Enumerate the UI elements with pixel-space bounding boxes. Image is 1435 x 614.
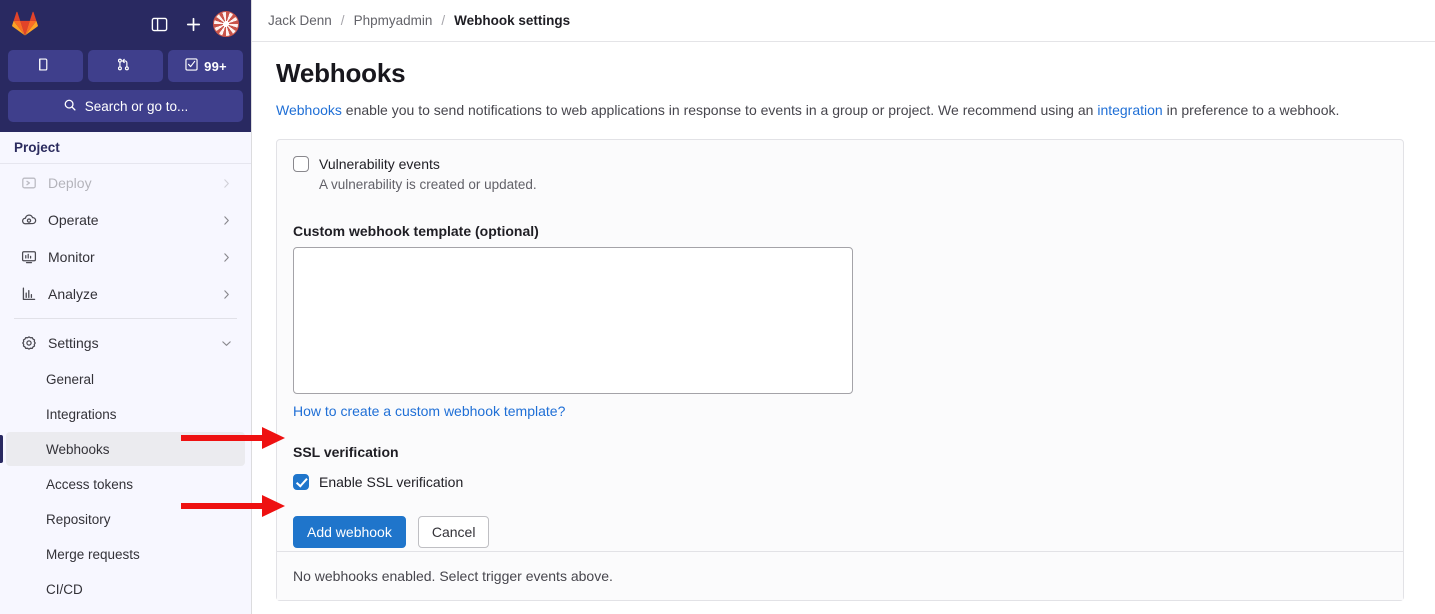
sidebar-item-label: Settings	[48, 335, 99, 351]
ssl-verification-checkbox[interactable]	[293, 473, 309, 490]
sidebar-subitem-label: CI/CD	[46, 581, 83, 597]
ssl-verification-row: Enable SSL verification	[293, 472, 1387, 492]
todos-icon	[184, 57, 199, 75]
custom-template-help-link[interactable]: How to create a custom webhook template?	[293, 403, 565, 419]
add-webhook-button[interactable]: Add webhook	[293, 515, 406, 548]
sidebar-item-cicd[interactable]: CI/CD	[6, 572, 245, 606]
breadcrumb-separator: /	[441, 13, 446, 28]
screen-root: 99+ Search or go to... Project Deploy Op…	[0, 0, 1435, 614]
vulnerability-events-row: Vulnerability events	[293, 154, 1387, 174]
sidebar-item-access-tokens[interactable]: Access tokens	[6, 467, 245, 501]
integration-doc-link[interactable]: integration	[1097, 102, 1162, 118]
search-input[interactable]: Search or go to...	[8, 90, 243, 122]
ssl-verification-label[interactable]: Enable SSL verification	[319, 472, 463, 492]
sidebar-item-label: Monitor	[48, 249, 95, 265]
sidebar-item-label: Deploy	[48, 175, 92, 191]
search-icon	[63, 98, 77, 115]
plus-icon[interactable]	[179, 10, 207, 38]
sidebar-toggle-icon[interactable]	[145, 10, 173, 38]
vulnerability-events-checkbox[interactable]	[293, 155, 309, 172]
sidebar-subitem-label: Integrations	[46, 406, 117, 422]
description-text-part-1: enable you to send notifications to web …	[341, 102, 1098, 118]
sidebar-subitem-label: Repository	[46, 511, 111, 527]
issues-icon	[36, 57, 51, 75]
vulnerability-events-help: A vulnerability is created or updated.	[319, 176, 537, 192]
breadcrumb: Jack Denn / Phpmyadmin / Webhook setting…	[252, 0, 1435, 42]
sidebar-item-deploy[interactable]: Deploy	[6, 165, 245, 201]
sidebar-brand-row	[8, 6, 243, 42]
cancel-button[interactable]: Cancel	[417, 515, 490, 548]
merge-requests-button[interactable]	[88, 50, 163, 82]
custom-template-label: Custom webhook template (optional)	[293, 222, 539, 239]
operate-icon	[20, 211, 38, 229]
page-body: Webhooks Webhooks enable you to send not…	[252, 42, 1435, 614]
sidebar-item-label: Operate	[48, 212, 99, 228]
sidebar-item-webhooks[interactable]: Webhooks	[0, 432, 245, 466]
sidebar-item-settings[interactable]: Settings	[6, 325, 245, 361]
page-description: Webhooks enable you to send notification…	[276, 100, 1351, 122]
monitor-icon	[20, 248, 38, 266]
sidebar-subitem-label: Webhooks	[46, 441, 110, 457]
todos-count: 99+	[204, 58, 227, 74]
breadcrumb-item-project[interactable]: Phpmyadmin	[354, 13, 433, 28]
sidebar-item-label: Analyze	[48, 286, 98, 302]
analyze-icon	[20, 285, 38, 303]
deploy-icon	[20, 174, 38, 192]
todos-button[interactable]: 99+	[168, 50, 243, 82]
gitlab-logo-icon[interactable]	[12, 11, 38, 37]
sidebar-item-general[interactable]: General	[6, 362, 245, 396]
sidebar-divider	[14, 318, 237, 319]
main-content: Jack Denn / Phpmyadmin / Webhook setting…	[252, 0, 1435, 614]
webhooks-empty-state: No webhooks enabled. Select trigger even…	[277, 550, 1403, 600]
breadcrumb-item-group[interactable]: Jack Denn	[268, 13, 332, 28]
sidebar-item-monitor[interactable]: Monitor	[6, 239, 245, 275]
sidebar-item-merge-requests[interactable]: Merge requests	[6, 537, 245, 571]
chevron-right-icon	[220, 214, 233, 227]
sidebar: 99+ Search or go to... Project Deploy Op…	[0, 0, 252, 614]
application-shell: 99+ Search or go to... Project Deploy Op…	[0, 0, 1435, 614]
chevron-down-icon	[220, 337, 233, 350]
breadcrumb-separator: /	[340, 13, 345, 28]
sidebar-top-panel: 99+ Search or go to...	[0, 0, 251, 132]
custom-template-textarea[interactable]	[293, 246, 853, 394]
vulnerability-events-label[interactable]: Vulnerability events	[319, 154, 440, 174]
chevron-right-icon	[220, 251, 233, 264]
sidebar-subitem-label: Merge requests	[46, 546, 140, 562]
sidebar-item-integrations[interactable]: Integrations	[6, 397, 245, 431]
sidebar-navigation: Deploy Operate Monitor Analyze Settings …	[0, 164, 251, 614]
chevron-right-icon	[220, 177, 233, 190]
chevron-right-icon	[220, 288, 233, 301]
breadcrumb-item-current: Webhook settings	[454, 13, 571, 28]
webhook-form-body: Vulnerability events A vulnerability is …	[277, 140, 1403, 551]
search-placeholder-text: Search or go to...	[84, 98, 189, 114]
form-actions: Add webhook Cancel	[293, 515, 1387, 548]
sidebar-item-analyze[interactable]: Analyze	[6, 276, 245, 312]
sidebar-brand-actions	[145, 10, 239, 38]
sidebar-item-operate[interactable]: Operate	[6, 202, 245, 238]
settings-gear-icon	[20, 334, 38, 352]
ssl-verification-section-label: SSL verification	[293, 443, 399, 460]
sidebar-subitem-label: General	[46, 371, 95, 387]
sidebar-item-repository[interactable]: Repository	[6, 502, 245, 536]
user-avatar[interactable]	[213, 11, 239, 37]
sidebar-item-packages-and-registries[interactable]: Packages and registries	[6, 607, 245, 614]
webhook-form-card: Vulnerability events A vulnerability is …	[276, 138, 1404, 601]
sidebar-subitem-label: Access tokens	[46, 476, 134, 492]
issues-button[interactable]	[8, 50, 83, 82]
page-title: Webhooks	[276, 58, 406, 88]
description-text-part-2: in preference to a webhook.	[1162, 102, 1340, 118]
webhooks-doc-link[interactable]: Webhooks	[276, 102, 342, 118]
sidebar-context-label: Project	[0, 132, 251, 164]
sidebar-quick-actions: 99+	[8, 50, 243, 82]
merge-requests-icon	[116, 57, 131, 75]
